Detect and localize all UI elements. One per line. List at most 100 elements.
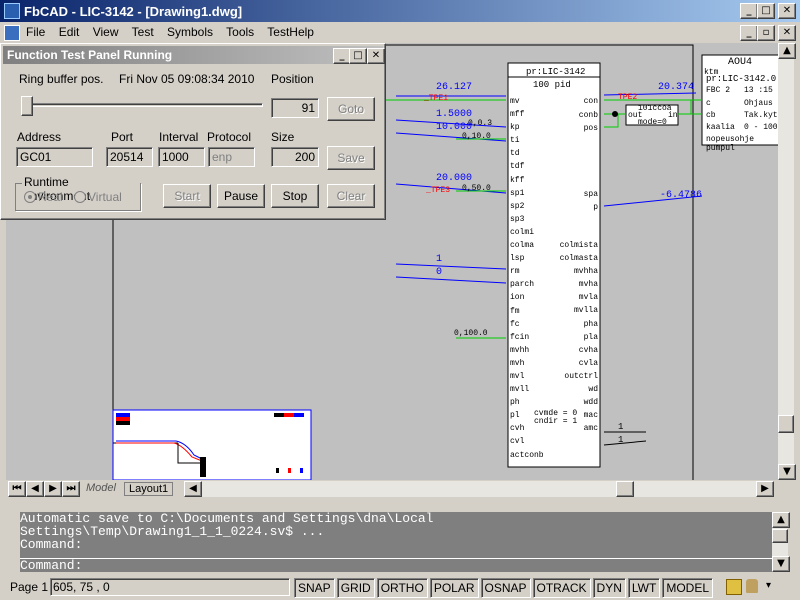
right-pin-p: p — [593, 203, 598, 212]
menu-arrow-icon[interactable]: ▾ — [766, 580, 771, 591]
tab-last-button[interactable]: ⏭ — [62, 481, 80, 497]
doc-icon[interactable] — [4, 25, 20, 41]
left-pin-sp3: sp3 — [510, 214, 525, 224]
right-pin-con: con — [583, 97, 598, 106]
signal-value-mv: 26.127 — [436, 82, 473, 93]
signal-sub-sp1: 0,50.0 — [462, 184, 491, 193]
slider-thumb[interactable] — [21, 96, 33, 116]
vertical-scrollbar[interactable]: ▲ ▼ — [778, 43, 796, 480]
hscroll-thumb[interactable] — [616, 481, 634, 497]
menu-tools[interactable]: Tools — [226, 25, 254, 39]
status-toggle-grid[interactable]: GRID — [336, 578, 375, 598]
status-toggle-ortho[interactable]: ORTHO — [376, 578, 428, 598]
doc-close-button[interactable]: ✕ — [778, 25, 796, 41]
hscroll-right-button[interactable]: ▶ — [756, 481, 774, 497]
status-toggle-dyn[interactable]: DYN — [592, 578, 626, 598]
left-pin-sp1: sp1 — [510, 188, 525, 198]
left-pins: mv mff kp ti td tdf kff sp1 sp2 sp3 colmi colma lsp r… — [510, 95, 550, 462]
save-button[interactable]: Save — [327, 146, 375, 170]
clear-button[interactable]: Clear — [327, 184, 375, 208]
signal-value-p: -6.4786 — [660, 190, 703, 201]
status-toggle-polar[interactable]: POLAR — [429, 578, 479, 598]
pause-button[interactable]: Pause — [217, 184, 265, 208]
command-scrollbar[interactable]: ▲ ▼ — [772, 512, 790, 572]
left-pin-mvl: mvl — [510, 371, 525, 381]
coordinate-readout: 605, 75 , 0 — [50, 578, 290, 596]
window-title: FbCAD - LIC-3142 - [Drawing1.dwg] — [24, 4, 243, 19]
real-radio[interactable] — [24, 191, 36, 203]
lock-icon[interactable] — [746, 579, 758, 593]
aou-line3a: FBC 2 — [706, 86, 731, 95]
right-pin-wdd: wdd — [583, 398, 598, 408]
tab-prev-button[interactable]: ◀ — [26, 481, 44, 497]
aou-line4b: Ohjaus — [744, 99, 773, 108]
left-pin-fm: fm — [510, 306, 520, 316]
menu-edit[interactable]: Edit — [59, 25, 80, 39]
menu-file[interactable]: File — [26, 25, 45, 39]
protocol-field[interactable]: enp — [208, 147, 255, 167]
virtual-radio[interactable] — [74, 191, 86, 203]
left-pin-mv: mv — [510, 97, 520, 106]
menu-test[interactable]: Test — [132, 25, 154, 39]
right-pin-cvha: cvha — [578, 345, 598, 355]
status-toggle-model[interactable]: MODEL — [662, 578, 714, 598]
panel-titlebar[interactable]: Function Test Panel Running _ □ ✕ — [3, 46, 385, 64]
right-pins-bottom: colmista colmasta mvhha mvha mvla mvlla pha pla… — [546, 239, 598, 435]
close-button[interactable]: ✕ — [778, 3, 796, 19]
tray-icon[interactable] — [726, 579, 742, 595]
hscroll-left-button[interactable]: ◀ — [184, 481, 202, 497]
signal-tag-tpe2: TPE2 — [618, 93, 638, 102]
horizontal-scrollbar[interactable]: ◀ ▶ — [184, 481, 774, 497]
left-pin-mvh: mvh — [510, 358, 525, 368]
command-input[interactable]: Command: — [20, 558, 772, 572]
vscroll-thumb[interactable] — [778, 415, 794, 433]
panel-maximize-button[interactable]: □ — [349, 48, 367, 64]
interval-field[interactable]: 1000 — [158, 147, 205, 167]
left-pin-kff: kff — [510, 175, 525, 185]
status-toggle-otrack[interactable]: OTRACK — [532, 578, 591, 598]
position-field[interactable]: 91 — [271, 98, 319, 118]
left-pin-fcin: fcin — [510, 332, 530, 342]
cmd-scroll-up[interactable]: ▲ — [772, 512, 790, 528]
right-pin-spa: spa — [583, 190, 598, 199]
ring-buffer-slider[interactable] — [19, 96, 265, 116]
left-pin-actconb: actconb — [510, 450, 544, 460]
right-pin-wd: wd — [588, 385, 598, 395]
start-button[interactable]: Start — [163, 184, 211, 208]
doc-minimize-button[interactable]: _ — [740, 25, 758, 41]
tab-layout1[interactable]: Layout1 — [124, 482, 174, 496]
size-field[interactable]: 200 — [271, 147, 319, 167]
doc-restore-button[interactable]: ▫ — [757, 25, 775, 41]
status-toggle-lwt[interactable]: LWT — [627, 578, 661, 598]
app-icon[interactable] — [4, 3, 20, 19]
status-toggle-osnap[interactable]: OSNAP — [480, 578, 531, 598]
scroll-down-button[interactable]: ▼ — [778, 464, 796, 480]
menu-symbols[interactable]: Symbols — [167, 25, 213, 39]
menu-view[interactable]: View — [93, 25, 119, 39]
cmd-scroll-thumb[interactable] — [772, 529, 788, 543]
command-line-3: Command: — [20, 537, 83, 552]
aou-line3b: 13 :15 — [744, 86, 773, 95]
aou-title: AOU4 — [728, 57, 753, 68]
panel-title: Function Test Panel Running — [7, 48, 173, 62]
tab-model[interactable]: Model — [86, 482, 116, 494]
scroll-up-button[interactable]: ▲ — [778, 43, 796, 59]
right-pin-colmasta: colmasta — [559, 254, 598, 264]
tab-first-button[interactable]: ⏮ — [8, 481, 26, 497]
menu-bar: File Edit View Test Symbols Tools TestHe… — [0, 22, 800, 42]
address-field[interactable]: GC01 — [16, 147, 93, 167]
left-pin-parch: parch — [510, 280, 535, 290]
tab-next-button[interactable]: ▶ — [44, 481, 62, 497]
maximize-button[interactable]: □ — [757, 3, 775, 19]
port-field[interactable]: 20514 — [106, 147, 153, 167]
panel-close-button[interactable]: ✕ — [367, 48, 385, 64]
status-toggle-snap[interactable]: SNAP — [294, 578, 335, 598]
left-pin-lsp: lsp — [510, 254, 525, 264]
goto-button[interactable]: Goto — [327, 97, 375, 121]
aou-line6a: kaalia — [706, 123, 735, 132]
minimize-button[interactable]: _ — [740, 3, 758, 19]
cmd-scroll-down[interactable]: ▼ — [772, 556, 790, 572]
menu-testhelp[interactable]: TestHelp — [267, 25, 314, 39]
right-pin-colmista: colmista — [559, 241, 598, 250]
stop-button[interactable]: Stop — [271, 184, 319, 208]
